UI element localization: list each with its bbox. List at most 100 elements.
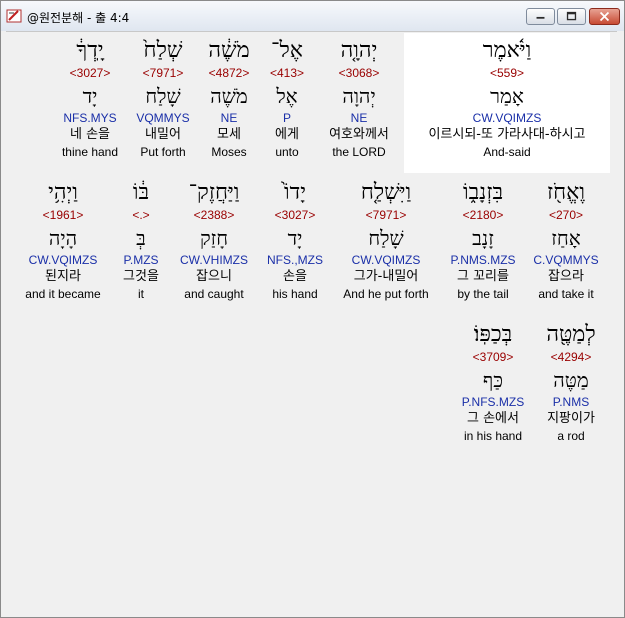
maximize-icon: [566, 11, 577, 21]
hebrew-word: וַיַּחֲזֶק־: [188, 180, 240, 205]
strong-number: <413>: [269, 66, 305, 80]
strong-number: <4294>: [550, 350, 592, 364]
morphology-code: P: [282, 111, 291, 125]
word-block[interactable]: יְהוָ֤ה <3068> יְהוָה NE 여호와께서 the LORD: [316, 36, 402, 160]
word-block[interactable]: וַיַּחֲזֶק־ <2388> חָזַק CW.VHIMZS 잡으니 a…: [172, 178, 256, 302]
word-block[interactable]: וֶאֱחֹ֖ז <270> אָחַז C.VQMMYS 잡으라 and ta…: [528, 178, 604, 302]
korean-gloss: 그가-내밀어: [353, 269, 419, 284]
morphology-code: P.NMS: [552, 395, 590, 409]
english-gloss: it: [138, 287, 144, 301]
app-book-icon: [6, 9, 22, 23]
close-icon: [599, 11, 610, 22]
hebrew-word: בִּזְנָב֑וֹ: [462, 180, 504, 205]
word-block[interactable]: בְּכַפּֽוֹ׃ <3709> כַּף P.NFS.MZS 그 손에서 …: [452, 320, 534, 444]
english-gloss: in his hand: [463, 429, 523, 443]
morphology-code: CW.VHIMZS: [180, 253, 248, 267]
morphology-code: C.VQMMYS: [533, 253, 599, 267]
korean-gloss: 내밀어: [145, 127, 181, 142]
korean-gloss: 에게: [275, 127, 299, 142]
hebrew-root: יְהוָה: [342, 84, 376, 108]
korean-gloss: 그 손에서: [467, 411, 519, 426]
morphology-code: CW.VQIMZS: [28, 253, 98, 267]
minimize-button[interactable]: [526, 8, 555, 25]
title-bar[interactable]: @원전분해 - 출 4:4: [1, 1, 624, 31]
hebrew-root: יָד: [287, 226, 303, 250]
hebrew-root: אָמַר: [490, 84, 524, 108]
strong-number: <3068>: [338, 66, 380, 80]
morphology-code: NFS.,MZS: [267, 253, 323, 267]
strong-number: <559>: [489, 66, 525, 80]
korean-gloss: 네 손을: [69, 127, 110, 142]
morphology-code: VQMMYS: [136, 111, 190, 125]
morphology-code: NE: [350, 111, 368, 125]
strong-number: <2180>: [462, 208, 504, 222]
morphology-code: P.MZS: [123, 253, 159, 267]
word-block[interactable]: יָדוֹ֙ <3027> יָד NFS.,MZS 손을 his hand: [260, 178, 330, 302]
hebrew-root: מַטֶּה: [553, 368, 589, 392]
morphology-code: NFS.MYS: [63, 111, 117, 125]
hebrew-word: וֶאֱחֹ֖ז: [547, 180, 585, 205]
hebrew-root: הָיָה: [48, 226, 78, 250]
english-gloss: Moses: [211, 145, 247, 159]
english-gloss: a rod: [557, 429, 585, 443]
english-gloss: and take it: [538, 287, 594, 301]
hebrew-word: יְהוָ֤ה: [340, 38, 378, 63]
morphology-code: CW.VQIMZS: [351, 253, 421, 267]
hebrew-word: וַיְהִ֥י: [48, 180, 78, 205]
english-gloss: the LORD: [332, 145, 386, 159]
english-gloss: Put forth: [140, 145, 186, 159]
morphology-code: CW.VQIMZS: [472, 111, 542, 125]
hebrew-word: יָדוֹ֙: [284, 180, 306, 205]
hebrew-root: זָנָב: [472, 226, 494, 250]
interlinear-view: וַיֹּ֫אמֶר <559> אָמַר CW.VQIMZS 이르시되-또 …: [6, 31, 617, 612]
hebrew-root: שָׁלַח: [145, 84, 181, 108]
english-gloss: his hand: [272, 287, 318, 301]
english-gloss: And-said: [483, 145, 531, 159]
hebrew-root: מֹשֶׁה: [210, 84, 248, 108]
strong-number: <3027>: [69, 66, 111, 80]
word-block[interactable]: וַיֹּ֫אמֶר <559> אָמַר CW.VQIMZS 이르시되-또 …: [406, 36, 608, 160]
hebrew-word: בְּכַפּֽוֹ׃: [473, 322, 513, 347]
word-block[interactable]: אֶל־ <413> אֶל P 에게 unto: [262, 36, 312, 160]
hebrew-word: יָֽדְךָ֔: [76, 38, 104, 63]
word-block[interactable]: לְמַטֶּ֖ה <4294> מַטֶּה P.NMS 지팡이가 a rod: [534, 320, 608, 444]
strong-number: <.>: [132, 208, 150, 222]
window-title: @원전분해 - 출 4:4: [27, 11, 130, 25]
app-window: @원전분해 - 출 4:4 וַיֹּ֫אמֶר <559> אָמַר CW.…: [0, 0, 625, 618]
strong-number: <3027>: [274, 208, 316, 222]
korean-gloss: 된지라: [45, 269, 81, 284]
korean-gloss: 여호와께서: [329, 127, 389, 142]
korean-gloss: 모세: [217, 127, 241, 142]
word-block[interactable]: וַיִּשְׁלַ֤ח <7971> שָׁלַח CW.VQIMZS 그가-…: [334, 178, 438, 302]
maximize-button[interactable]: [557, 8, 586, 25]
strong-number: <270>: [548, 208, 584, 222]
hebrew-word: שְׁלַח֙: [143, 38, 183, 63]
hebrew-root: יָד: [82, 84, 98, 108]
hebrew-root: אָחַז: [551, 226, 581, 250]
word-block[interactable]: בּ֔וֹ <.> בְּ P.MZS 그것을 it: [114, 178, 168, 302]
close-button[interactable]: [589, 8, 620, 25]
morphology-code: P.NFS.MZS: [461, 395, 525, 409]
korean-gloss: 그것을: [123, 269, 159, 284]
korean-gloss: 이르시되-또 가라사대-하시고: [428, 127, 586, 142]
english-gloss: unto: [275, 145, 299, 159]
word-block[interactable]: בִּזְנָב֑וֹ <2180> זָנָב P.NMS.MZS 그 꼬리를…: [442, 178, 524, 302]
hebrew-word: מֹשֶׁ֔ה: [208, 38, 250, 63]
hebrew-root: שָׁלַח: [368, 226, 404, 250]
hebrew-word: בּ֔וֹ: [132, 180, 150, 205]
word-block[interactable]: יָֽדְךָ֔ <3027> יָד NFS.MYS 네 손을 thine h…: [54, 36, 126, 160]
hebrew-root: בְּ: [136, 226, 146, 250]
word-block[interactable]: וַיְהִ֥י <1961> הָיָה CW.VQIMZS 된지라 and …: [16, 178, 110, 302]
word-block[interactable]: שְׁלַח֙ <7971> שָׁלַח VQMMYS 내밀어 Put for…: [130, 36, 196, 160]
strong-number: <4872>: [208, 66, 250, 80]
english-gloss: thine hand: [61, 145, 119, 159]
korean-gloss: 잡으니: [196, 269, 232, 284]
english-gloss: And he put forth: [343, 287, 429, 301]
strong-number: <3709>: [472, 350, 514, 364]
word-block[interactable]: מֹשֶׁ֔ה <4872> מֹשֶׁה NE 모세 Moses: [200, 36, 258, 160]
minimize-icon: [536, 16, 545, 19]
strong-number: <7971>: [365, 208, 407, 222]
morphology-code: NE: [220, 111, 238, 125]
morphology-code: P.NMS.MZS: [450, 253, 516, 267]
hebrew-word: וַיִּשְׁלַ֤ח: [360, 180, 412, 205]
